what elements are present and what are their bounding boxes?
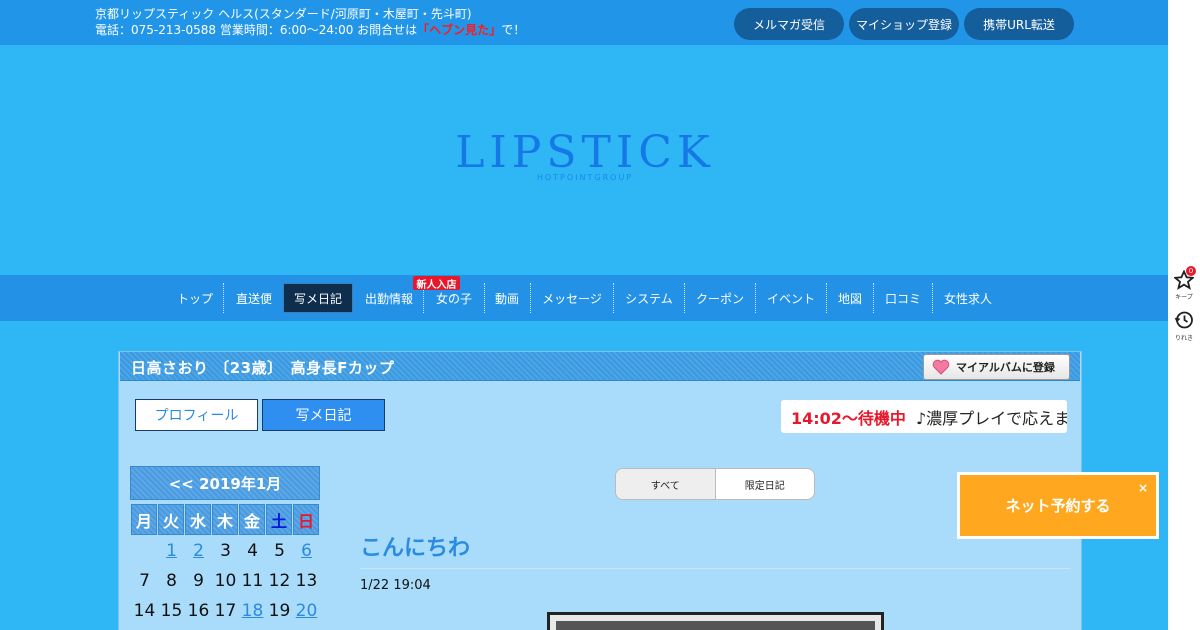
calendar-day: 7 xyxy=(139,571,150,591)
nav-item-direct[interactable]: 直送便 xyxy=(228,283,280,313)
filter-limited[interactable]: 限定日記 xyxy=(716,469,815,499)
shop-info-suffix: で！ xyxy=(501,23,526,37)
nav-divider xyxy=(932,283,933,313)
nav-divider xyxy=(484,283,485,313)
nav-item-system[interactable]: システム xyxy=(616,283,682,313)
calendar-weekday-sat: 土 xyxy=(266,504,292,535)
mailmag-button[interactable]: メルマガ受信 xyxy=(734,8,844,40)
reserve-button[interactable]: ネット予約する × xyxy=(957,472,1159,539)
nav-divider xyxy=(530,283,531,313)
nav-divider xyxy=(613,283,614,313)
calendar-weekday: 木 xyxy=(212,504,238,535)
post-date: 1/22 19:04 xyxy=(360,578,431,593)
nav-item-schedule[interactable]: 出勤情報 xyxy=(358,283,420,313)
calendar-day: 16 xyxy=(187,601,210,621)
ticker-time: 14:02～待機中 xyxy=(791,408,906,428)
nav-item-message[interactable]: メッセージ xyxy=(533,283,611,313)
tab-profile[interactable]: プロフィール xyxy=(135,399,258,431)
status-ticker: 14:02～待機中 ♪濃厚プレイで応えます xyxy=(781,400,1067,433)
nav-divider xyxy=(755,283,756,313)
post-title[interactable]: こんにちわ xyxy=(360,530,470,562)
nav-item-coupon[interactable]: クーポン xyxy=(687,283,753,313)
history-label: りれき xyxy=(1174,335,1193,342)
post-photo[interactable] xyxy=(547,612,884,630)
reserve-label: ネット予約する xyxy=(1005,497,1111,515)
add-album-label: マイアルバムに登録 xyxy=(956,361,1055,374)
myshop-button[interactable]: マイショップ登録 xyxy=(849,8,959,40)
calendar-day: 13 xyxy=(295,571,318,591)
new-girl-badge: 新人入店 xyxy=(413,276,460,291)
calendar-day: 15 xyxy=(160,601,183,621)
post-photo-content xyxy=(556,621,875,630)
post-divider xyxy=(360,568,1070,569)
nav-item-video[interactable]: 動画 xyxy=(486,283,528,313)
calendar-weekday: 水 xyxy=(185,504,211,535)
calendar-day: 4 xyxy=(247,541,258,561)
calendar-day: 11 xyxy=(241,571,264,591)
nav-divider xyxy=(223,283,224,313)
calendar-day: 10 xyxy=(214,571,237,591)
add-album-button[interactable]: マイアルバムに登録 xyxy=(923,354,1070,380)
shop-info-line1: 京都リップスティック ヘルス(スタンダード/河原町・木屋町・先斗町) xyxy=(95,7,472,21)
keep-label: キープ xyxy=(1175,294,1193,301)
side-rail: 0 キープ りれき xyxy=(1168,0,1200,630)
nav-item-event[interactable]: イベント xyxy=(758,283,824,313)
top-bar: 京都リップスティック ヘルス(スタンダード/河原町・木屋町・先斗町) 電話：07… xyxy=(0,0,1168,45)
calendar-day[interactable]: 6 xyxy=(293,538,320,564)
calendar-day: 8 xyxy=(166,571,177,591)
filter-all[interactable]: すべて xyxy=(616,469,716,499)
calendar-day[interactable]: 1 xyxy=(158,538,185,564)
shop-info: 京都リップスティック ヘルス(スタンダード/河原町・木屋町・先斗町) 電話：07… xyxy=(95,6,525,38)
nav-item-reviews[interactable]: 口コミ xyxy=(876,283,930,313)
calendar-month-nav[interactable]: << 2019年1月 xyxy=(130,466,320,500)
shop-info-prefix: 電話：075-213-0588 営業時間：6:00～24:00 お問合せは xyxy=(95,23,418,37)
diary-filter: すべて 限定日記 xyxy=(615,468,815,500)
calendar-day: 19 xyxy=(268,601,291,621)
keep-count-badge: 0 xyxy=(1186,266,1196,276)
nav-divider xyxy=(826,283,827,313)
calendar-day: 17 xyxy=(214,601,237,621)
ticker-message: ♪濃厚プレイで応えます xyxy=(915,408,1067,428)
calendar-day: 12 xyxy=(268,571,291,591)
history-icon[interactable] xyxy=(1174,310,1194,330)
calendar-day: 14 xyxy=(133,601,156,621)
calendar-weekday: 金 xyxy=(239,504,265,535)
heart-icon xyxy=(932,359,950,375)
nav-item-top[interactable]: トップ xyxy=(170,283,220,313)
nav-item-recruit[interactable]: 女性求人 xyxy=(935,283,1001,313)
tab-diary[interactable]: 写メ日記 xyxy=(262,399,385,431)
calendar-day: 3 xyxy=(220,541,231,561)
nav-item-map[interactable]: 地図 xyxy=(829,283,871,313)
calendar-weekday: 火 xyxy=(158,504,184,535)
nav-divider xyxy=(873,283,874,313)
profile-title: 日高さおり 〔23歳〕 高身長Fカップ xyxy=(131,359,395,377)
calendar-day: 9 xyxy=(193,571,204,591)
hero-banner: LIPSTICK HOTPOINTGROUP xyxy=(0,45,1168,275)
calendar-weekday-sun: 日 xyxy=(293,504,319,535)
calendar-day: 5 xyxy=(274,541,285,561)
calendar-day[interactable]: 20 xyxy=(293,598,320,624)
logo-text: LIPSTICK xyxy=(455,127,715,178)
nav-item-diary[interactable]: 写メ日記 xyxy=(283,283,353,313)
calendar-day[interactable]: 2 xyxy=(185,538,212,564)
shop-info-highlight: 「ヘブン見た」 xyxy=(417,23,502,37)
main-nav: トップ 直送便 写メ日記 出勤情報 女の子 動画 メッセージ システム クーポン… xyxy=(0,275,1168,321)
site-logo[interactable]: LIPSTICK HOTPOINTGROUP xyxy=(445,127,725,183)
calendar-day[interactable]: 18 xyxy=(239,598,266,624)
close-icon[interactable]: × xyxy=(1138,481,1148,495)
shop-info-line2: 電話：075-213-0588 営業時間：6:00～24:00 お問合せは「ヘブ… xyxy=(95,22,525,38)
nav-divider xyxy=(684,283,685,313)
calendar-weekday: 月 xyxy=(131,504,157,535)
mobile-url-button[interactable]: 携帯URL転送 xyxy=(964,8,1074,40)
